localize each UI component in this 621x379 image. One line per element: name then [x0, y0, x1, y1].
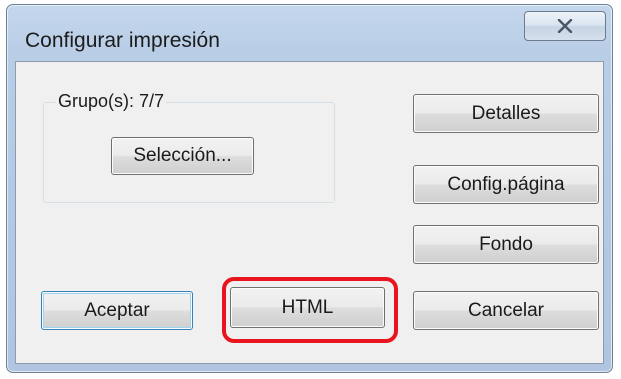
page-setup-button[interactable]: Config.página	[413, 165, 599, 204]
accept-button[interactable]: Aceptar	[41, 291, 193, 330]
details-button[interactable]: Detalles	[413, 94, 599, 133]
print-setup-dialog: Configurar impresión Grupo(s): 7/7 Selec…	[6, 4, 613, 373]
close-x-icon	[557, 19, 573, 33]
dialog-client-area: Grupo(s): 7/7 Selección... Detalles Conf…	[15, 61, 604, 364]
background-button[interactable]: Fondo	[413, 225, 599, 264]
selection-button[interactable]: Selección...	[111, 137, 254, 175]
html-button[interactable]: HTML	[230, 287, 385, 328]
dialog-title: Configurar impresión	[25, 29, 220, 52]
group-box: Grupo(s): 7/7 Selección...	[43, 91, 335, 203]
group-count-label: Grupo(s): 7/7	[56, 91, 167, 112]
close-button[interactable]	[524, 11, 606, 41]
cancel-button[interactable]: Cancelar	[413, 291, 599, 330]
title-bar[interactable]: Configurar impresión	[7, 5, 612, 61]
